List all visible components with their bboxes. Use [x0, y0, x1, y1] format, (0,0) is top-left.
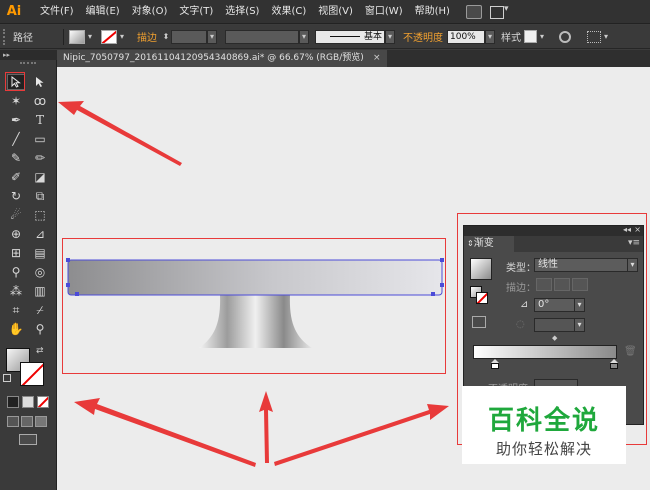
eraser-tool-icon[interactable]: ◪ [31, 169, 49, 185]
style-label: 样式 [501, 33, 521, 44]
shape-builder-tool-icon[interactable]: ⊕ [7, 226, 25, 242]
warp-tool-icon[interactable]: ☄ [7, 207, 25, 223]
arrange-documents-icon[interactable] [489, 4, 512, 19]
mesh-tool-icon[interactable]: ⊞ [7, 245, 25, 261]
fill-dropdown-icon[interactable]: ▾ [85, 30, 95, 44]
menu-edit[interactable]: 编辑(E) [80, 0, 126, 24]
stroke-line-preview [329, 36, 360, 37]
screen-mode-icon[interactable] [19, 434, 37, 445]
watermark-logo: 百科全说 助你轻松解决 [462, 386, 626, 464]
document-tab-bar: Nipic_7050797_20161104120954340869.ai* @… [57, 50, 650, 67]
fill-swatch[interactable] [69, 29, 85, 44]
brush-definition-field[interactable]: 基本 [315, 29, 385, 44]
tools-panel-header: ▸▸ [0, 50, 57, 60]
selection-type-label: 路径 [13, 33, 33, 44]
symbol-sprayer-tool-icon[interactable]: ⁂ [7, 283, 25, 299]
menu-help[interactable]: 帮助(H) [409, 0, 456, 24]
menu-object[interactable]: 对象(O) [126, 0, 174, 24]
slice-tool-icon[interactable]: ⌿ [31, 302, 49, 318]
tools-panel: ▸▸ ✶ ꝏ ✒ T ╱ ▭ ✎ ✏ ✐ ◪ ↻ ⧉ ☄ ⬚ ⊕ ⊿ ⊞ ▤ ⚲… [0, 50, 57, 490]
watermark-subtitle: 助你轻松解决 [495, 440, 592, 458]
paintbrush-tool-icon[interactable]: ✎ [7, 150, 25, 166]
opacity-label[interactable]: 不透明度 [403, 29, 443, 44]
free-transform-tool-icon[interactable]: ⬚ [31, 207, 49, 223]
rotate-tool-icon[interactable]: ↻ [7, 188, 25, 204]
opacity-dropdown-icon[interactable]: ▾ [485, 29, 495, 44]
stroke-swatch[interactable] [101, 29, 117, 44]
close-tab-icon[interactable]: × [373, 50, 381, 67]
stroke-weight-dropdown-icon[interactable]: ▾ [207, 29, 217, 44]
pen-tool-icon[interactable]: ✒ [7, 112, 25, 128]
blend-tool-icon[interactable]: ◎ [31, 264, 49, 280]
blob-brush-tool-icon[interactable]: ✐ [7, 169, 25, 185]
variable-width-dropdown-icon[interactable]: ▾ [299, 29, 309, 44]
fill-stroke-widget: ⇄ [3, 346, 48, 386]
bridge-icon[interactable] [465, 4, 482, 19]
style-swatch[interactable] [524, 30, 537, 43]
direct-selection-tool-icon[interactable] [31, 74, 49, 90]
stroke-color-swatch[interactable] [20, 362, 44, 386]
menu-bar: Ai 文件(F) 编辑(E) 对象(O) 文字(T) 选择(S) 效果(C) 视… [0, 0, 650, 24]
scale-tool-icon[interactable]: ⧉ [31, 188, 49, 204]
stroke-weight-stepper[interactable]: ⬍ [161, 30, 171, 44]
menu-select[interactable]: 选择(S) [219, 0, 265, 24]
annotation-box-selection-tool [5, 72, 25, 91]
menu-window[interactable]: 窗口(W) [359, 0, 409, 24]
artboard-tool-icon[interactable]: ⌗ [7, 302, 25, 318]
toolbox-grip [20, 62, 36, 64]
align-options-icon[interactable] [587, 30, 601, 43]
perspective-grid-tool-icon[interactable]: ⊿ [31, 226, 49, 242]
divider [63, 28, 64, 45]
color-mode-icon[interactable] [7, 396, 19, 408]
stroke-style-value: 基本 [363, 31, 382, 42]
gradient-tool-icon[interactable]: ▤ [31, 245, 49, 261]
annotation-box-artwork [62, 238, 446, 374]
watermark-title: 百科全说 [487, 406, 600, 436]
align-dropdown-icon[interactable]: ▾ [601, 30, 611, 44]
opacity-field[interactable]: 100% [447, 29, 485, 44]
zoom-tool-icon[interactable]: ⚲ [31, 321, 49, 337]
hand-tool-icon[interactable]: ✋ [7, 321, 25, 337]
pencil-tool-icon[interactable]: ✏ [31, 150, 49, 166]
recolor-artwork-icon[interactable] [559, 30, 571, 43]
document-tab[interactable]: Nipic_7050797_20161104120954340869.ai* @… [57, 50, 387, 67]
stroke-dropdown-icon[interactable]: ▾ [117, 30, 127, 44]
control-bar: 路径 ▾ ▾ 描边 ⬍ ▾ ▾ 基本 ▾ 不透明度 100% ▾ 样式 ▾ ▾ [0, 25, 650, 49]
swap-fill-stroke-icon[interactable]: ⇄ [36, 346, 44, 356]
draw-behind-icon[interactable] [21, 416, 33, 427]
draw-mode-icons[interactable] [7, 416, 49, 428]
app-logo: Ai [6, 4, 22, 19]
grip-icon [3, 28, 11, 45]
document-tab-title: Nipic_7050797_20161104120954340869.ai* @… [63, 53, 364, 63]
line-segment-tool-icon[interactable]: ╱ [7, 131, 25, 147]
brush-dropdown-icon[interactable]: ▾ [385, 29, 395, 44]
style-dropdown-icon[interactable]: ▾ [537, 30, 547, 44]
default-fill-stroke-icon[interactable] [3, 374, 11, 382]
menu-file[interactable]: 文件(F) [34, 0, 80, 24]
draw-inside-icon[interactable] [35, 416, 47, 427]
rectangle-tool-icon[interactable]: ▭ [31, 131, 49, 147]
stroke-weight-field[interactable] [171, 29, 207, 44]
column-graph-tool-icon[interactable]: ▥ [31, 283, 49, 299]
lasso-tool-icon[interactable]: ꝏ [31, 93, 49, 109]
menu-view[interactable]: 视图(V) [312, 0, 359, 24]
none-mode-icon[interactable] [37, 396, 49, 408]
type-tool-icon[interactable]: T [31, 112, 49, 128]
magic-wand-tool-icon[interactable]: ✶ [7, 93, 25, 109]
draw-normal-icon[interactable] [7, 416, 19, 427]
variable-width-field[interactable] [225, 29, 299, 44]
menu-type[interactable]: 文字(T) [173, 0, 219, 24]
eyedropper-tool-icon[interactable]: ⚲ [7, 264, 25, 280]
gradient-mode-icon[interactable] [22, 396, 34, 408]
stroke-weight-label[interactable]: 描边 [137, 29, 157, 44]
menu-effect[interactable]: 效果(C) [265, 0, 312, 24]
